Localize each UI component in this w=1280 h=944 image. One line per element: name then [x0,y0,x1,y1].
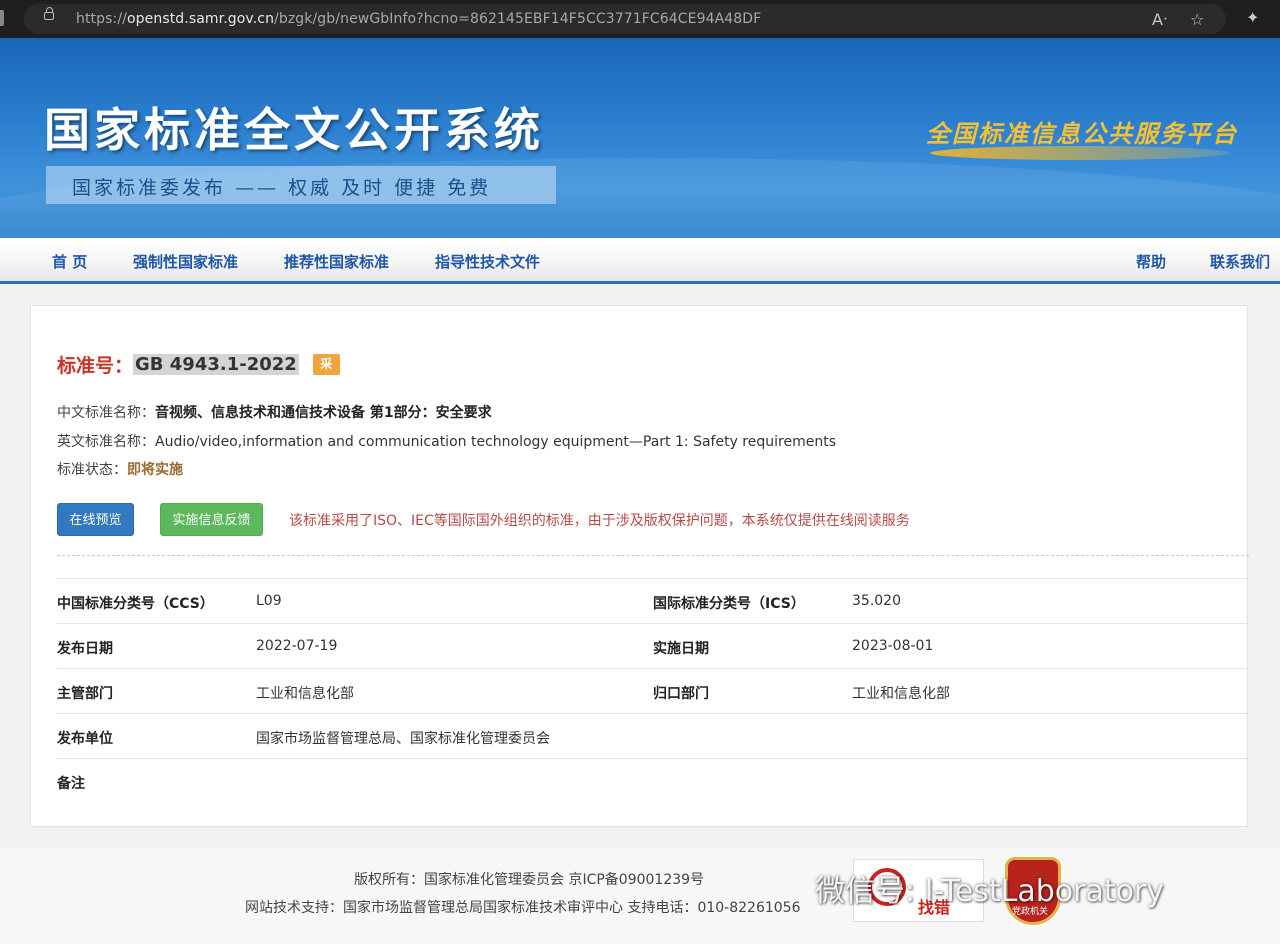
cn-name-row: 中文标准名称：音视频、信息技术和通信技术设备 第1部分：安全要求 [57,402,492,422]
ccs-label: 中国标准分类号（CCS） [57,596,214,612]
read-aloud-icon[interactable]: A͏ᐧ [1152,12,1167,28]
status-row: 标准状态：即将实施 [57,459,183,479]
table-row: 主管部门 工业和信息化部 归口部门 工业和信息化部 [57,668,1249,713]
footer-copyright: 版权所有：国家标准化管理委员会 京ICP备09001239号 [354,872,705,888]
address-bar[interactable]: https://openstd.samr.gov.cn/bzgk/gb/newG… [24,4,1226,34]
implement-date-value: 2023-08-01 [852,638,934,654]
issuer-label: 发布单位 [57,731,113,747]
nav-recommended-standards[interactable]: 推荐性国家标准 [284,251,389,272]
en-name-label: 英文标准名称： [57,434,155,450]
footer-support: 网站技术支持：国家市场监督管理总局国家标准技术审评中心 支持电话：010-822… [245,900,801,916]
platform-slogan: 全国标准信息公共服务平台 [926,119,1238,148]
site-banner: 国家标准全文公开系统 国家标准委发布 —— 权威 及时 便捷 免费 全国标准信息… [0,38,1280,238]
site-subtitle: 国家标准委发布 —— 权威 及时 便捷 免费 [72,177,492,199]
cn-name-value: 音视频、信息技术和通信技术设备 第1部分：安全要求 [155,405,492,421]
focal-dept-label: 归口部门 [653,686,709,702]
remark-label: 备注 [57,776,85,792]
competent-dept-label: 主管部门 [57,686,113,702]
standard-detail-panel: 标准号： GB 4943.1-2022 采 中文标准名称：音视频、信息技术和通信技术… [30,305,1249,827]
nav-home[interactable]: 首 页 [52,251,87,272]
standard-number-label: 标准号： [57,355,134,377]
nav-mandatory-standards[interactable]: 强制性国家标准 [133,251,238,272]
online-preview-button[interactable]: 在线预览 [57,503,134,536]
slogan-swoosh-decoration [930,146,1230,160]
publish-date-value: 2022-07-19 [256,638,338,654]
site-title: 国家标准全文公开系统 [44,103,544,157]
wechat-watermark: 微信号: I-TestLaboratory [815,874,1165,909]
main-nav: 首 页 强制性国家标准 推荐性国家标准 指导性技术文件 帮助 联系我们 [0,238,1280,284]
ics-value: 35.020 [852,593,901,609]
publish-date-label: 发布日期 [57,641,113,657]
table-row: 中国标准分类号（CCS） L09 国际标准分类号（ICS） 35.020 [57,578,1249,623]
en-name-row: 英文标准名称：Audio/video,information and commu… [57,431,836,451]
issuer-value: 国家市场监督管理总局、国家标准化管理委员会 [256,731,550,747]
adopted-badge: 采 [312,354,340,375]
competent-dept-value: 工业和信息化部 [256,686,354,702]
tab-edge [0,10,4,26]
standard-number-line: 标准号： GB 4943.1-2022 采 [57,351,340,377]
cn-name-label: 中文标准名称： [57,405,155,421]
browser-toolbar: https://openstd.samr.gov.cn/bzgk/gb/newG… [0,0,1280,38]
status-label: 标准状态： [57,462,127,478]
focal-dept-value: 工业和信息化部 [852,686,950,702]
implement-date-label: 实施日期 [653,641,709,657]
lock-icon[interactable] [44,7,54,20]
extensions-icon[interactable]: ✦ [1246,10,1259,26]
implementation-feedback-button[interactable]: 实施信息反馈 [160,503,263,536]
standard-details-table: 中国标准分类号（CCS） L09 国际标准分类号（ICS） 35.020 发布日… [57,578,1249,803]
table-row: 发布单位 国家市场监督管理总局、国家标准化管理委员会 [57,713,1249,758]
nav-contact[interactable]: 联系我们 [1210,251,1270,272]
ccs-value: L09 [256,593,282,609]
nav-help[interactable]: 帮助 [1136,251,1166,272]
nav-guidance-documents[interactable]: 指导性技术文件 [435,251,540,272]
table-row: 发布日期 2022-07-19 实施日期 2023-08-01 [57,623,1249,668]
standard-code: GB 4943.1-2022 [133,354,299,375]
table-row: 备注 [57,758,1249,803]
favorite-star-icon[interactable]: ☆ [1190,12,1204,28]
en-name-value: Audio/video,information and communicatio… [155,434,836,450]
ics-label: 国际标准分类号（ICS） [653,596,805,612]
status-value: 即将实施 [127,462,183,478]
site-subtitle-box: 国家标准委发布 —— 权威 及时 便捷 免费 [46,166,556,204]
dashed-divider [57,555,1249,556]
url-text[interactable]: https://openstd.samr.gov.cn/bzgk/gb/newG… [76,11,761,27]
copyright-notice: 该标准采用了ISO、IEC等国际国外组织的标准，由于涉及版权保护问题，本系统仅提… [289,513,910,529]
